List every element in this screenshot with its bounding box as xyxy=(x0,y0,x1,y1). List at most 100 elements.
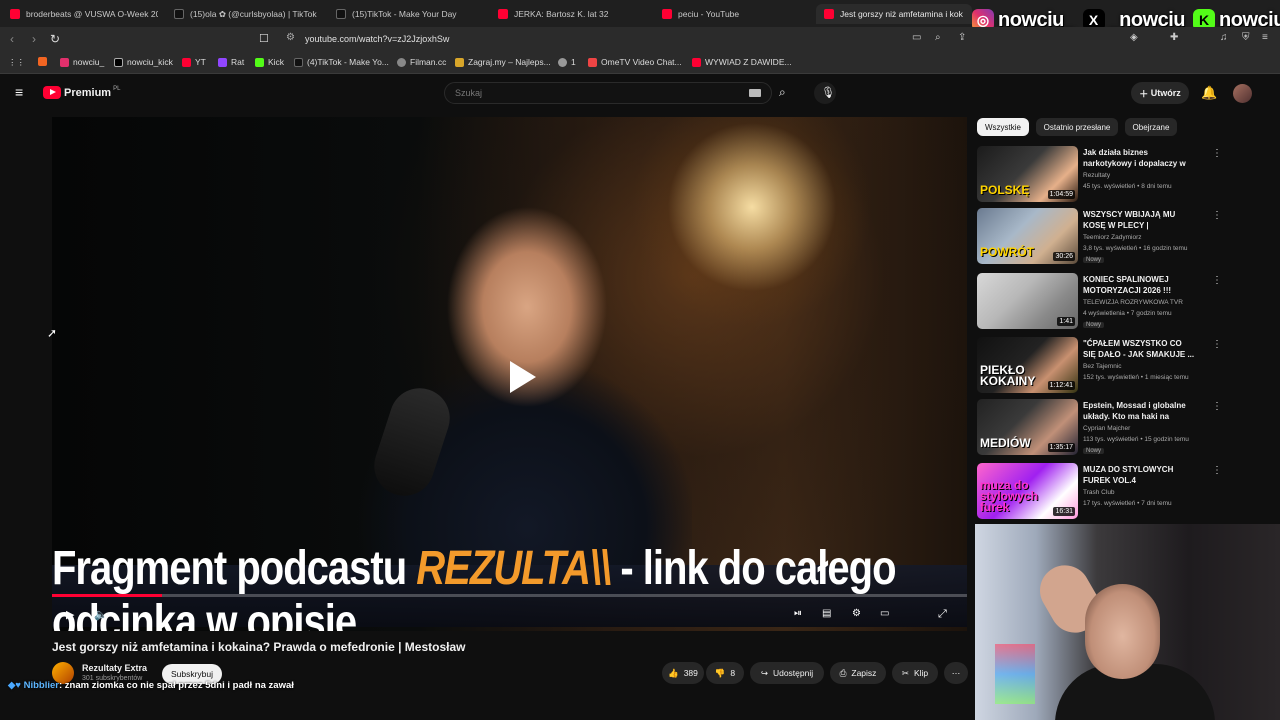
video-title[interactable]: "ĆPAŁEM WSZYSTKO CO SIĘ DAŁO - JAK SMAKU… xyxy=(1083,338,1195,360)
hamburger-menu-icon[interactable]: ≡ xyxy=(15,84,23,100)
browser-tab[interactable]: peciu - YouTube xyxy=(662,4,810,24)
settings-icon[interactable]: ⚙ xyxy=(852,608,861,619)
voice-search-button[interactable]: 🎙 xyxy=(814,82,836,104)
bookmark-item[interactable]: Rat xyxy=(218,57,244,67)
bookmark-item[interactable]: WYWIAD Z DAWIDE... xyxy=(692,57,792,67)
banner-brand: REZULTA\\ xyxy=(416,542,611,595)
bookmark-item[interactable]: Zagraj.my – Najleps... xyxy=(455,57,551,67)
dislike-button[interactable]: 👎 8 xyxy=(706,662,744,684)
recommended-video[interactable]: POLSKĘ 1:04:59 Jak działa biznes narkotyko… xyxy=(977,146,1227,204)
avatar[interactable] xyxy=(1233,84,1252,103)
stream-chat-message: ◆♥ Nibblier: znam ziomka co nie spał prz… xyxy=(8,680,294,691)
bookmark-item[interactable]: OmeTV Video Chat... xyxy=(588,57,682,67)
channel-name[interactable]: Rezultaty Extra xyxy=(82,663,147,673)
recommended-video[interactable]: 1:41 KONIEC SPALINOWEJ MOTORYZACJI 2026 !… xyxy=(977,273,1227,331)
bookmark-item[interactable]: Filman.cc xyxy=(397,57,446,67)
bookmark-icon[interactable]: ☐ xyxy=(259,32,269,45)
extension-icon[interactable]: ◈ xyxy=(1130,32,1138,43)
channel-name[interactable]: TELEWIZJA ROZRYWKOWA TVR xyxy=(1083,299,1183,306)
recommended-video[interactable]: POWRÓT 30:26 WSZYSCY WBIJAJĄ MU KOSĘ W PLE… xyxy=(977,208,1227,266)
video-title[interactable]: Jak działa biznes narkotykowy i dopalacz… xyxy=(1083,147,1195,169)
tiktok-icon xyxy=(294,57,303,67)
video-player[interactable]: Fragment podcastu REZULTA\\ - link do ca… xyxy=(52,117,967,631)
more-options-icon[interactable]: ⋮ xyxy=(1212,210,1222,221)
scissors-icon: ✂ xyxy=(901,667,909,678)
forward-icon[interactable]: › xyxy=(32,32,36,46)
site-info-icon[interactable]: ⚙ xyxy=(286,32,295,43)
like-button[interactable]: 👍 389 xyxy=(662,662,704,684)
share-icon[interactable]: ⇪ xyxy=(958,32,966,43)
video-thumbnail[interactable]: 1:41 xyxy=(977,273,1078,329)
bookmark-item[interactable]: Kick xyxy=(255,57,284,67)
subtitles-icon[interactable]: ▤ xyxy=(822,608,831,619)
video-title[interactable]: WSZYSCY WBIJAJĄ MU KOSĘ W PLECY | RANDOM… xyxy=(1083,209,1195,231)
bookmark-item[interactable]: 1 xyxy=(558,57,576,67)
youtube-icon xyxy=(498,9,508,19)
video-title[interactable]: MUZA DO STYLOWYCH FUREK VOL.4 xyxy=(1083,464,1195,486)
more-options-icon[interactable]: ⋮ xyxy=(1212,465,1222,476)
video-duration: 16:31 xyxy=(1053,507,1075,516)
chip-recently-uploaded[interactable]: Ostatnio przesłane xyxy=(1036,118,1118,136)
recommended-video[interactable]: PIEKŁO KOKAINY 1:12:41 "ĆPAŁEM WSZYSTKO CO… xyxy=(977,337,1227,395)
more-options-icon[interactable]: ⋮ xyxy=(1212,339,1222,350)
create-button[interactable]: ＋ Utwórz xyxy=(1131,82,1189,104)
browser-tab[interactable]: (15)TikTok - Make Your Day xyxy=(336,4,486,24)
browser-tab[interactable]: (15)ola ✿ (@curlsbyolaa) | TikTok xyxy=(174,4,324,24)
chip-watched[interactable]: Obejrzane xyxy=(1125,118,1177,136)
notifications-bell-icon[interactable]: 🔔 xyxy=(1201,85,1217,101)
channel-name[interactable]: Rezultaty xyxy=(1083,172,1110,179)
channel-name[interactable]: Cyprian Majcher xyxy=(1083,425,1130,432)
more-options-icon[interactable]: ⋮ xyxy=(1212,275,1222,286)
video-title[interactable]: Epstein, Mossad i globalne układy. Kto m… xyxy=(1083,400,1195,422)
zoom-icon[interactable]: ⌕ xyxy=(935,32,941,43)
video-thumbnail[interactable]: POLSKĘ 1:04:59 xyxy=(977,146,1078,202)
channel-name[interactable]: Trash Club xyxy=(1083,489,1115,496)
channel-name[interactable]: Teemiorz Zadymiorz xyxy=(1083,234,1142,241)
search-button[interactable]: ⌕ xyxy=(772,82,798,104)
reload-icon[interactable]: ↻ xyxy=(50,32,60,46)
youtube-logo[interactable]: Premium PL xyxy=(43,86,120,99)
save-button[interactable]: ⎙ Zapisz xyxy=(830,662,886,684)
cast-icon[interactable]: ▭ xyxy=(912,32,921,43)
bookmark-item[interactable]: (4)TikTok - Make Yo... xyxy=(294,57,389,67)
apps-icon[interactable]: ⋮⋮ xyxy=(8,57,25,68)
browser-tab[interactable]: broderbeats @ VUSWA O-Week 202 xyxy=(10,4,158,24)
back-icon[interactable]: ‹ xyxy=(10,32,14,46)
search-input[interactable]: Szukaj xyxy=(444,82,772,104)
video-thumbnail[interactable]: PIEKŁO KOKAINY 1:12:41 xyxy=(977,337,1078,393)
video-thumbnail[interactable]: MEDIÓW 1:35:17 xyxy=(977,399,1078,455)
bookmark-item[interactable] xyxy=(38,57,51,66)
play-overlay-icon[interactable] xyxy=(492,349,548,405)
more-actions-button[interactable]: ⋯ xyxy=(944,662,968,684)
thumbnail-text: POWRÓT xyxy=(980,245,1034,259)
browser-tab[interactable]: JERKA: Bartosz K. lat 32 xyxy=(498,4,646,24)
fullscreen-icon[interactable]: ⤢ xyxy=(938,608,947,621)
menu-icon[interactable]: ≡ xyxy=(1262,32,1268,43)
video-progress-bar[interactable] xyxy=(52,594,967,597)
bookmark-item[interactable]: nowciu_kick xyxy=(114,57,173,67)
video-thumbnail[interactable]: muza do stylowych furek 16:31 xyxy=(977,463,1078,519)
browser-tab-active[interactable]: Jest gorszy niż amfetamina i kok xyxy=(816,4,972,24)
autoplay-toggle-icon[interactable]: ⏯ xyxy=(794,608,802,619)
more-options-icon[interactable]: ⋮ xyxy=(1212,148,1222,159)
share-button[interactable]: ↪ Udostępnij xyxy=(750,662,824,684)
shield-icon[interactable]: ⛨ xyxy=(1242,32,1250,43)
extensions-icon[interactable]: ✚ xyxy=(1170,32,1178,43)
video-title[interactable]: KONIEC SPALINOWEJ MOTORYZACJI 2026 !!! xyxy=(1083,274,1195,296)
bookmark-item[interactable]: YT xyxy=(182,57,206,67)
miniplayer-icon[interactable]: ▭ xyxy=(880,608,889,619)
webcam-rgb-light xyxy=(995,644,1035,704)
url-field[interactable]: youtube.com/watch?v=zJ2JzjoxhSw xyxy=(305,34,449,44)
volume-icon[interactable]: 🔈 xyxy=(94,608,108,621)
recommended-video[interactable]: muza do stylowych furek 16:31 MUZA DO STYL… xyxy=(977,463,1227,521)
clip-button[interactable]: ✂ Klip xyxy=(892,662,938,684)
keyboard-icon[interactable] xyxy=(749,89,761,97)
play-icon[interactable]: ▶ xyxy=(66,608,74,621)
recommended-video[interactable]: MEDIÓW 1:35:17 Epstein, Mossad i globalne … xyxy=(977,399,1227,457)
music-icon[interactable]: ♫ xyxy=(1220,32,1228,43)
more-options-icon[interactable]: ⋮ xyxy=(1212,401,1222,412)
channel-name[interactable]: Bez Tajemnic xyxy=(1083,363,1122,370)
chip-all[interactable]: Wszystkie xyxy=(977,118,1029,136)
video-thumbnail[interactable]: POWRÓT 30:26 xyxy=(977,208,1078,264)
bookmark-item[interactable]: nowciu_ xyxy=(60,57,104,67)
